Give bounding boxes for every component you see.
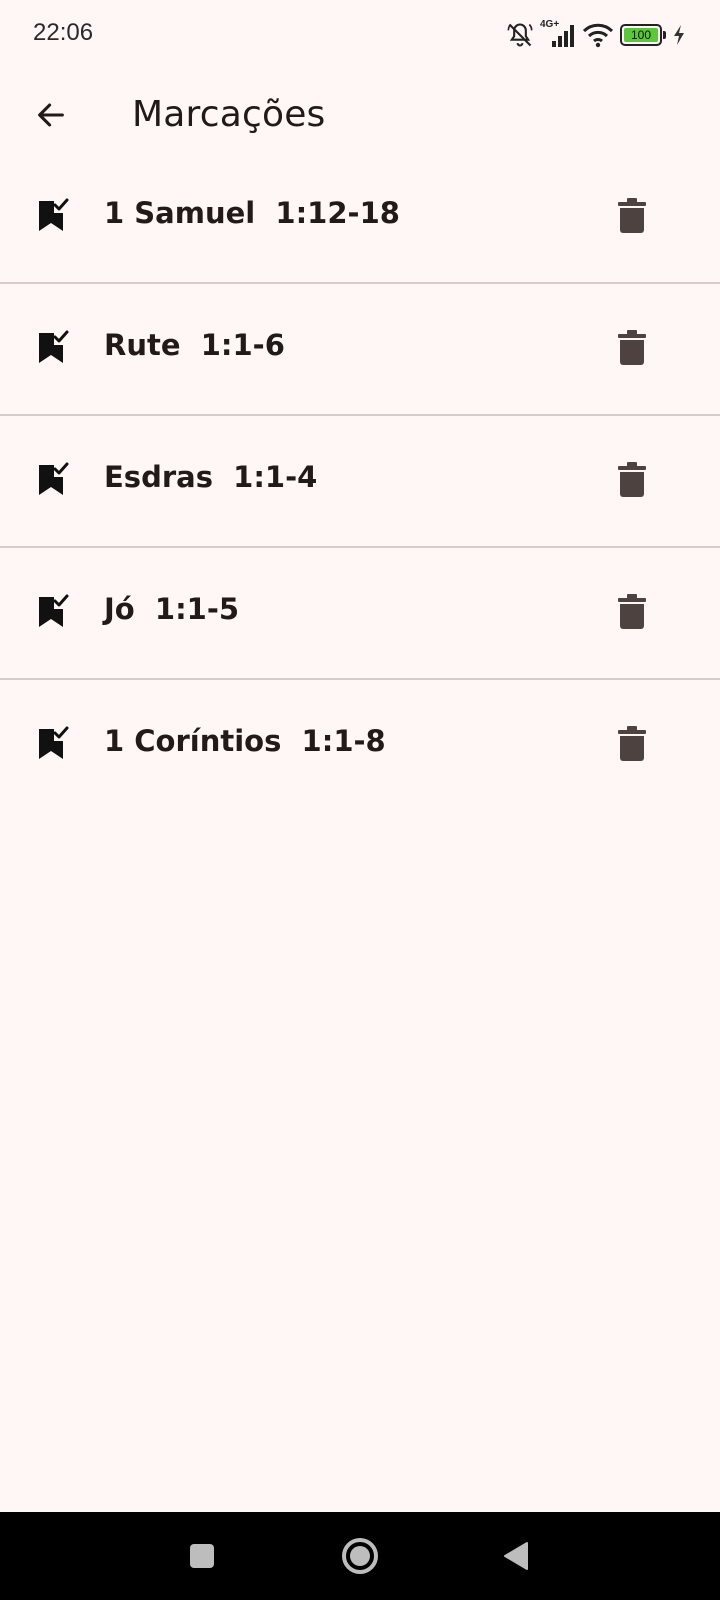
recents-button[interactable]	[180, 1534, 224, 1578]
recents-square-icon	[190, 1544, 214, 1568]
back-button[interactable]	[26, 90, 76, 140]
page-title: Marcações	[132, 94, 326, 135]
battery-level: 100	[624, 28, 658, 42]
charging-bolt-icon	[674, 25, 684, 45]
bookmark-row[interactable]: 1 Samuel 1:12-18	[0, 152, 720, 284]
system-nav-bar	[0, 1512, 720, 1600]
status-time: 22:06	[33, 19, 94, 46]
bookmark-check-icon	[39, 330, 69, 363]
app-bar: Marcações	[0, 70, 720, 160]
network-type: 4G+	[540, 19, 560, 30]
home-button[interactable]	[338, 1534, 382, 1578]
trash-icon	[618, 330, 646, 365]
trash-icon	[618, 198, 646, 233]
delete-button[interactable]	[608, 192, 656, 240]
wifi-icon	[582, 23, 614, 48]
battery-icon: 100	[620, 24, 666, 46]
home-circle-icon	[342, 1538, 378, 1574]
bookmark-label: Esdras 1:1-4	[104, 460, 318, 494]
bookmark-check-icon	[39, 462, 69, 495]
signal-icon: 4G+	[540, 19, 576, 49]
delete-button[interactable]	[608, 324, 656, 372]
back-triangle-icon	[504, 1542, 528, 1570]
delete-button[interactable]	[608, 588, 656, 636]
bookmarks-screen: 22:06 4G+ 100 Marcações 1 Samuel 1:12-18…	[0, 0, 720, 1600]
bookmark-check-icon	[39, 726, 69, 759]
delete-button[interactable]	[608, 456, 656, 504]
bookmark-label: 1 Coríntios 1:1-8	[104, 724, 386, 758]
trash-icon	[618, 726, 646, 761]
delete-button[interactable]	[608, 720, 656, 768]
bookmark-check-icon	[39, 594, 69, 627]
bookmark-label: Rute 1:1-6	[104, 328, 285, 362]
bookmark-label: 1 Samuel 1:12-18	[104, 196, 400, 230]
trash-icon	[618, 462, 646, 497]
trash-icon	[618, 594, 646, 629]
bookmark-row[interactable]: Esdras 1:1-4	[0, 416, 720, 548]
bookmark-row[interactable]: 1 Coríntios 1:1-8	[0, 680, 720, 812]
status-icons: 4G+ 100	[506, 19, 686, 50]
nav-back-button[interactable]	[494, 1534, 538, 1578]
bookmark-list: 1 Samuel 1:12-18 Rute 1:1-6 Esdras 1:1-4…	[0, 152, 720, 812]
bookmark-label: Jó 1:1-5	[104, 592, 240, 626]
bookmark-check-icon	[39, 198, 69, 231]
bookmark-row[interactable]: Rute 1:1-6	[0, 284, 720, 416]
status-bar: 22:06 4G+ 100	[0, 0, 720, 70]
arrow-back-icon	[38, 103, 64, 127]
bookmark-row[interactable]: Jó 1:1-5	[0, 548, 720, 680]
mute-bell-icon	[507, 23, 533, 47]
